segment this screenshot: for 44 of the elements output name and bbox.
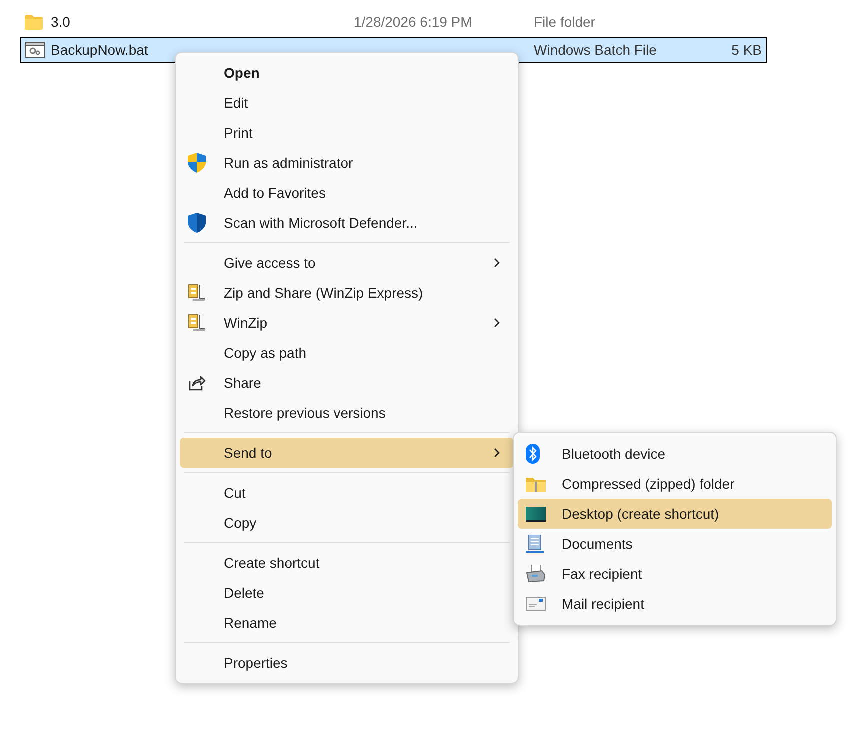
menu-item[interactable]: Scan with Microsoft Defender... xyxy=(180,208,514,238)
archive-icon xyxy=(188,314,206,332)
envelope-icon xyxy=(526,597,546,611)
menu-item[interactable]: Cut xyxy=(180,478,514,508)
menu-item[interactable]: Add to Favorites xyxy=(180,178,514,208)
shield-icon xyxy=(188,213,206,233)
menu-item[interactable]: Give access to xyxy=(180,248,514,278)
monitor-icon xyxy=(526,506,546,522)
menu-item[interactable]: Delete xyxy=(180,578,514,608)
menu-item[interactable]: Documents xyxy=(518,529,832,559)
file-type: File folder xyxy=(534,14,596,30)
folder-icon xyxy=(25,14,43,30)
menu-item[interactable]: Desktop (create shortcut) xyxy=(518,499,832,529)
menu-item[interactable]: Edit xyxy=(180,88,514,118)
menu-item[interactable]: Mail recipient xyxy=(518,589,832,619)
menu-item[interactable]: Create shortcut xyxy=(180,548,514,578)
menu-item[interactable]: Copy xyxy=(180,508,514,538)
file-type: Windows Batch File xyxy=(534,42,658,58)
menu-item[interactable]: Rename xyxy=(180,608,514,638)
menu-item[interactable]: Run as administrator xyxy=(180,148,514,178)
fax-icon xyxy=(526,565,546,583)
share-icon xyxy=(188,375,206,391)
file-name: BackupNow.bat xyxy=(50,42,150,58)
file-date: 1/28/2026 6:19 PM xyxy=(354,14,474,30)
archive-icon xyxy=(188,284,206,302)
file-name: 3.0 xyxy=(50,14,72,30)
menu-item[interactable]: Bluetooth device xyxy=(518,439,832,469)
menu-item[interactable]: Fax recipient xyxy=(518,559,832,589)
menu-item[interactable]: Restore previous versions xyxy=(180,398,514,428)
menu-item[interactable]: WinZip xyxy=(180,308,514,338)
file-size: 5 KB xyxy=(730,42,763,58)
menu-item[interactable]: Compressed (zipped) folder xyxy=(518,469,832,499)
file-row[interactable]: 3.0 1/28/2026 6:19 PM File folder xyxy=(20,9,767,35)
menu-item[interactable]: Share xyxy=(180,368,514,398)
menu-item[interactable]: Zip and Share (WinZip Express) xyxy=(180,278,514,308)
bluetooth-icon xyxy=(526,444,540,464)
menu-item[interactable]: Copy as path xyxy=(180,338,514,368)
gear-file-icon xyxy=(25,42,45,58)
document-icon xyxy=(526,535,544,553)
menu-item[interactable]: Print xyxy=(180,118,514,148)
zip-folder-icon xyxy=(526,476,546,492)
shield-icon xyxy=(188,153,206,173)
menu-item[interactable]: Properties xyxy=(180,648,514,678)
menu-item[interactable]: Send to xyxy=(180,438,514,468)
